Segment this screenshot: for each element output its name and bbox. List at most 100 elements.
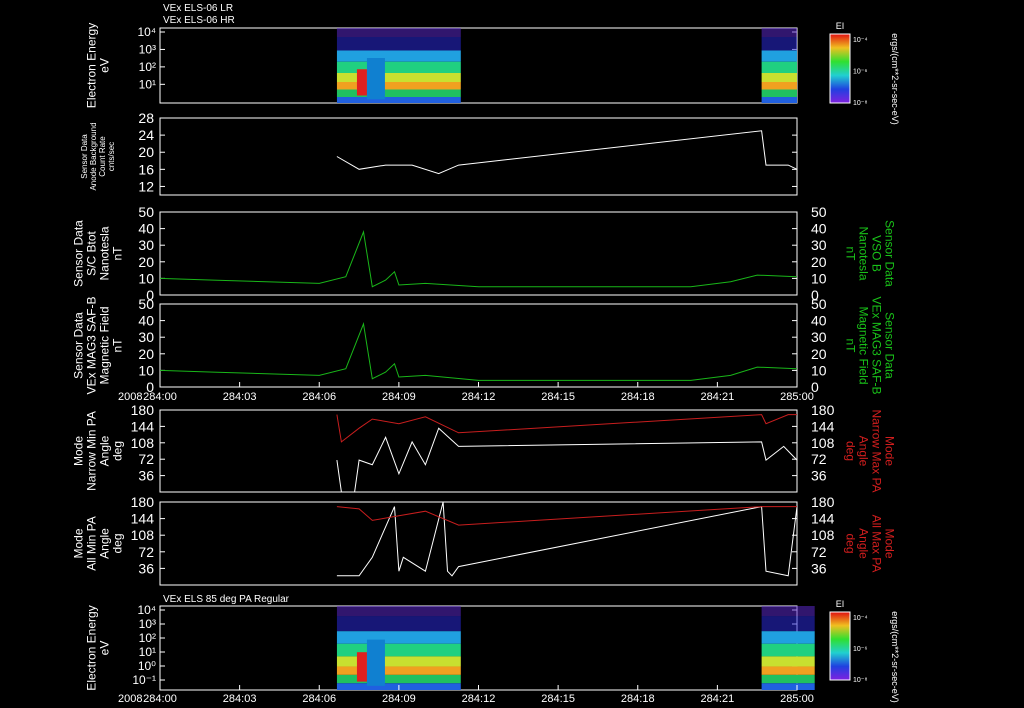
spectrogram-band: [761, 683, 815, 690]
panel-all-pa: 36 3672 72108 108144 144180 180: [131, 494, 835, 586]
x-tick-label: 284:18: [621, 693, 655, 705]
y-tick-label: 40: [138, 313, 154, 329]
y-tick-label-right: 108: [811, 435, 835, 451]
y-axis-label-right-mag-saf: Sensor DataVEx MAG3 SAF-BMagnetic Fieldn…: [844, 296, 897, 394]
x-tick-label: 284:21: [701, 391, 735, 403]
spectrogram-band: [761, 89, 797, 97]
y-tick-label-right: 180: [811, 494, 835, 510]
y-tick-label: 36: [138, 468, 154, 484]
y-label-line: VEx MAG3 SAF-B: [85, 296, 99, 394]
panel-frame: [159, 211, 798, 296]
series-line-green: [159, 322, 798, 381]
spectrogram-band: [336, 50, 461, 62]
series-line-white: [336, 130, 798, 175]
y-axis-label-anode-background: Sensor Data Anode Background Count Rate cnt…: [80, 122, 116, 190]
spectrogram-band: [336, 97, 461, 103]
y-tick-label: 20: [138, 254, 154, 270]
y-tick-label-right: 144: [811, 418, 835, 434]
y-axis-label-bmag-sc: Sensor Data S/C Btot Nanotesla nT: [72, 220, 125, 287]
spectrogram-band: [761, 73, 797, 82]
y-label-line: Magnetic Field: [98, 306, 112, 384]
spectrogram-band: [761, 82, 797, 90]
title-line-1: VEx ELS-06 LR: [163, 3, 233, 14]
y-tick-label: 10⁴: [137, 603, 156, 617]
y-tick-label-right: 20: [811, 346, 827, 362]
x-tick-label: 284:15: [541, 391, 575, 403]
y-label-line: eV: [98, 641, 112, 656]
x-tick-label: 285:00: [780, 391, 814, 403]
y-tick-label-right: 72: [811, 544, 827, 560]
y-label-line: Sensor Data: [883, 312, 897, 379]
spectrogram-band: [336, 643, 461, 657]
spectrogram-band: [336, 61, 461, 73]
series-line-red: [336, 414, 797, 443]
y-label-line: Sensor Data: [72, 220, 86, 287]
title-bottom: VEx ELS 85 deg PA Regular: [163, 594, 290, 605]
x-tick-label: 284:15: [541, 693, 575, 705]
x-tick-label: 285:00: [780, 693, 814, 705]
y-label-line: Mode: [72, 528, 86, 558]
panel-frame: [159, 605, 798, 691]
spectrogram-gap: [366, 639, 385, 686]
y-tick-label-right: 144: [811, 511, 835, 527]
y-tick-label-right: 36: [811, 468, 827, 484]
panel-bmag-sc: 0 010 1020 2030 3040 4050 50: [138, 204, 826, 303]
spectrogram-band: [761, 50, 797, 62]
colorbar-tick: 10⁻⁶: [853, 69, 867, 76]
colorbar-tick: 10⁻⁴: [853, 615, 868, 622]
y-axis-label-all-pa: Mode All Min PA Angle deg: [72, 516, 125, 570]
y-axis-label-right-narrow-pa: ModeNarrow Max PAAngledeg: [844, 409, 897, 492]
y-label-line: Angle: [98, 528, 112, 559]
y-label-line: VSO B: [870, 235, 884, 272]
y-tick-label: 16: [138, 161, 154, 177]
y-label-line: Narrow Min PA: [85, 411, 99, 491]
spectrogram-band: [761, 666, 815, 675]
x-tick-label: 284:12: [462, 391, 496, 403]
y-tick-label: 50: [138, 296, 154, 312]
y-tick-label: 10²: [139, 60, 156, 74]
y-tick-label-right: 108: [811, 527, 835, 543]
spectrogram-band: [336, 82, 461, 90]
x-tick-label: 284:09: [382, 391, 416, 403]
y-label-line: Angle: [857, 436, 871, 467]
colorbar-tick: 10⁻⁸: [853, 100, 867, 107]
y-label-line: cnts/sec: [107, 142, 116, 171]
panel-mag-saf: 0 010 1020 2030 3040 4050 50284:00 284:03 284:06…: [118, 296, 827, 403]
plot-stage: VEx ELS-06 LR VEx ELS-06 HR VEx ELS 85 deg…: [0, 0, 1024, 708]
y-label-line: VEx MAG3 SAF-B: [870, 296, 884, 394]
spectrogram-band: [761, 643, 815, 657]
colorbar-unit-label: ergs/(cm**2-sr-sec-eV): [890, 33, 900, 125]
panel-electron-energy-top: 10⁴ 10³ 10² 10¹: [137, 25, 798, 104]
y-label-line: Electron Energy: [85, 23, 99, 108]
x-tick-label: 284:03: [223, 693, 257, 705]
spectrogram-band: [336, 37, 461, 51]
y-axis-label-electron-energy-85pa: Electron Energy eV: [85, 605, 112, 690]
y-tick-label: 10: [138, 362, 154, 378]
spectrogram-band: [761, 656, 815, 667]
panel-anode-background: 1216202428: [138, 110, 798, 196]
spectrogram-hotspot: [356, 652, 367, 682]
y-axis-label-electron-energy-top: Electron Energy eV: [85, 23, 112, 108]
x-tick-label: 284:09: [382, 693, 416, 705]
spectrogram-band: [761, 61, 797, 73]
y-tick-label: 10¹: [139, 645, 156, 659]
x-tick-label: 284:21: [701, 693, 735, 705]
y-tick-label: 72: [138, 544, 154, 560]
y-label-line: Nanotesla: [98, 226, 112, 280]
y-tick-label: 10⁴: [137, 25, 156, 39]
colorbar-2: EI 10⁻⁴ 10⁻⁶ 10⁻⁸ ergs/(cm**2-sr-sec-eV): [829, 599, 900, 703]
spectrogram-band: [761, 631, 815, 644]
x-tick-label: 284:00: [143, 693, 177, 705]
spectrogram-band: [761, 674, 815, 684]
y-tick-label: 144: [131, 418, 155, 434]
colorbar-tick: 10⁻⁸: [853, 677, 867, 684]
y-tick-label: 108: [131, 435, 155, 451]
series-line-white: [336, 501, 798, 577]
y-label-line: Angle: [98, 435, 112, 466]
y-tick-label: 10: [138, 270, 154, 286]
y-label-line: All Min PA: [85, 516, 99, 570]
y-tick-label: 28: [138, 110, 154, 126]
spectrogram-band: [336, 606, 461, 617]
x-tick-label: 284:18: [621, 391, 655, 403]
y-tick-label: 10⁻¹: [132, 673, 156, 687]
